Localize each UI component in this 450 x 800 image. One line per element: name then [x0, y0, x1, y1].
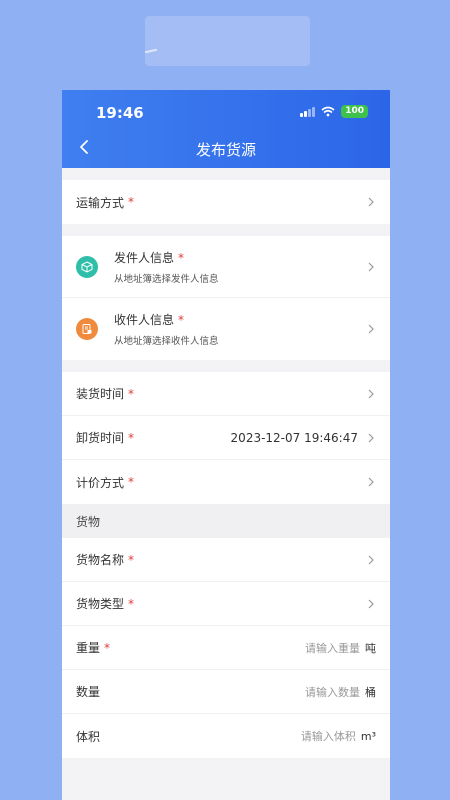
- app-header: 19:46 100 发布货源: [62, 90, 390, 168]
- page-title: 发布货源: [195, 141, 256, 159]
- goods-name-label: 货物名称: [76, 553, 125, 567]
- required-mark: *: [128, 552, 135, 567]
- loading-time-row[interactable]: 装货时间 *: [62, 372, 390, 416]
- receipt-icon: [76, 318, 98, 340]
- chevron-right-icon: [368, 262, 374, 271]
- chevron-right-icon: [368, 197, 374, 207]
- goods-section-header: 货物: [62, 504, 390, 538]
- receiver-info-subtitle: 从地址簿选择收件人信息: [114, 336, 219, 347]
- sender-info-subtitle: 从地址簿选择发件人信息: [114, 273, 219, 285]
- quantity-label: 数量: [76, 685, 101, 699]
- pricing-method-label: 计价方式: [76, 475, 125, 490]
- unloading-time-label: 卸货时间: [76, 431, 125, 445]
- weight-unit: 吨: [365, 641, 376, 655]
- goods-group: 货物名称 * 货物类型 * 重量 * 请输入重量 吨 数量 请输入数量 桶 体积…: [62, 538, 390, 758]
- transport-method-row[interactable]: 运输方式 *: [62, 180, 390, 224]
- goods-type-row[interactable]: 货物类型 *: [62, 582, 390, 626]
- chevron-right-icon: [368, 389, 374, 398]
- chevron-right-icon: [368, 324, 374, 334]
- goods-type-label: 货物类型: [76, 597, 125, 611]
- contact-group: 发件人信息 * 从地址簿选择发件人信息 收件人信息 * 从地址簿选择收件人信息: [62, 236, 390, 360]
- quantity-input[interactable]: 请输入数量: [100, 684, 360, 700]
- required-mark: *: [128, 386, 135, 401]
- blurred-banner: [145, 16, 310, 66]
- weight-label: 重量: [76, 641, 101, 655]
- phone-screen: 19:46 100 发布货源 运输方式 * 发件人信息 * 从地址簿选择发件人信…: [62, 90, 390, 800]
- loading-time-label: 装货时间: [76, 387, 125, 401]
- required-mark: *: [128, 195, 135, 209]
- signal-icon: [300, 106, 316, 117]
- status-time: 19:46: [96, 104, 144, 122]
- volume-input[interactable]: 请输入体积: [100, 728, 356, 744]
- required-mark: *: [178, 250, 185, 265]
- time-group: 装货时间 * 卸货时间 * 2023-12-07 19:46:47 计价方式 *: [62, 372, 390, 504]
- required-mark: *: [128, 596, 135, 611]
- chevron-right-icon: [368, 477, 374, 487]
- sender-info-title: 发件人信息: [114, 250, 175, 265]
- receiver-info-title: 收件人信息: [114, 313, 175, 327]
- chevron-right-icon: [368, 599, 374, 608]
- required-mark: *: [178, 313, 185, 327]
- volume-label: 体积: [76, 729, 101, 744]
- transport-method-label: 运输方式: [76, 195, 125, 210]
- unloading-time-value: 2023-12-07 19:46:47: [230, 430, 358, 445]
- weight-input[interactable]: 请输入重量: [110, 640, 360, 656]
- status-icons: 100: [300, 105, 368, 118]
- required-mark: *: [128, 475, 135, 489]
- transport-group: 运输方式 *: [62, 180, 390, 224]
- chevron-right-icon: [368, 433, 374, 442]
- quantity-row: 数量 请输入数量 桶: [62, 670, 390, 714]
- unloading-time-row[interactable]: 卸货时间 * 2023-12-07 19:46:47: [62, 416, 390, 460]
- battery-badge: 100: [341, 105, 368, 118]
- wifi-icon: [321, 106, 335, 117]
- volume-unit: m³: [360, 729, 376, 743]
- receiver-info-row[interactable]: 收件人信息 * 从地址簿选择收件人信息: [62, 298, 390, 360]
- volume-row: 体积 请输入体积 m³: [62, 714, 390, 758]
- quantity-unit: 桶: [365, 685, 376, 699]
- pricing-method-row[interactable]: 计价方式 *: [62, 460, 390, 504]
- package-icon: [76, 255, 98, 278]
- goods-name-row[interactable]: 货物名称 *: [62, 538, 390, 582]
- chevron-right-icon: [368, 555, 374, 564]
- weight-row: 重量 * 请输入重量 吨: [62, 626, 390, 670]
- sender-info-row[interactable]: 发件人信息 * 从地址簿选择发件人信息: [62, 236, 390, 298]
